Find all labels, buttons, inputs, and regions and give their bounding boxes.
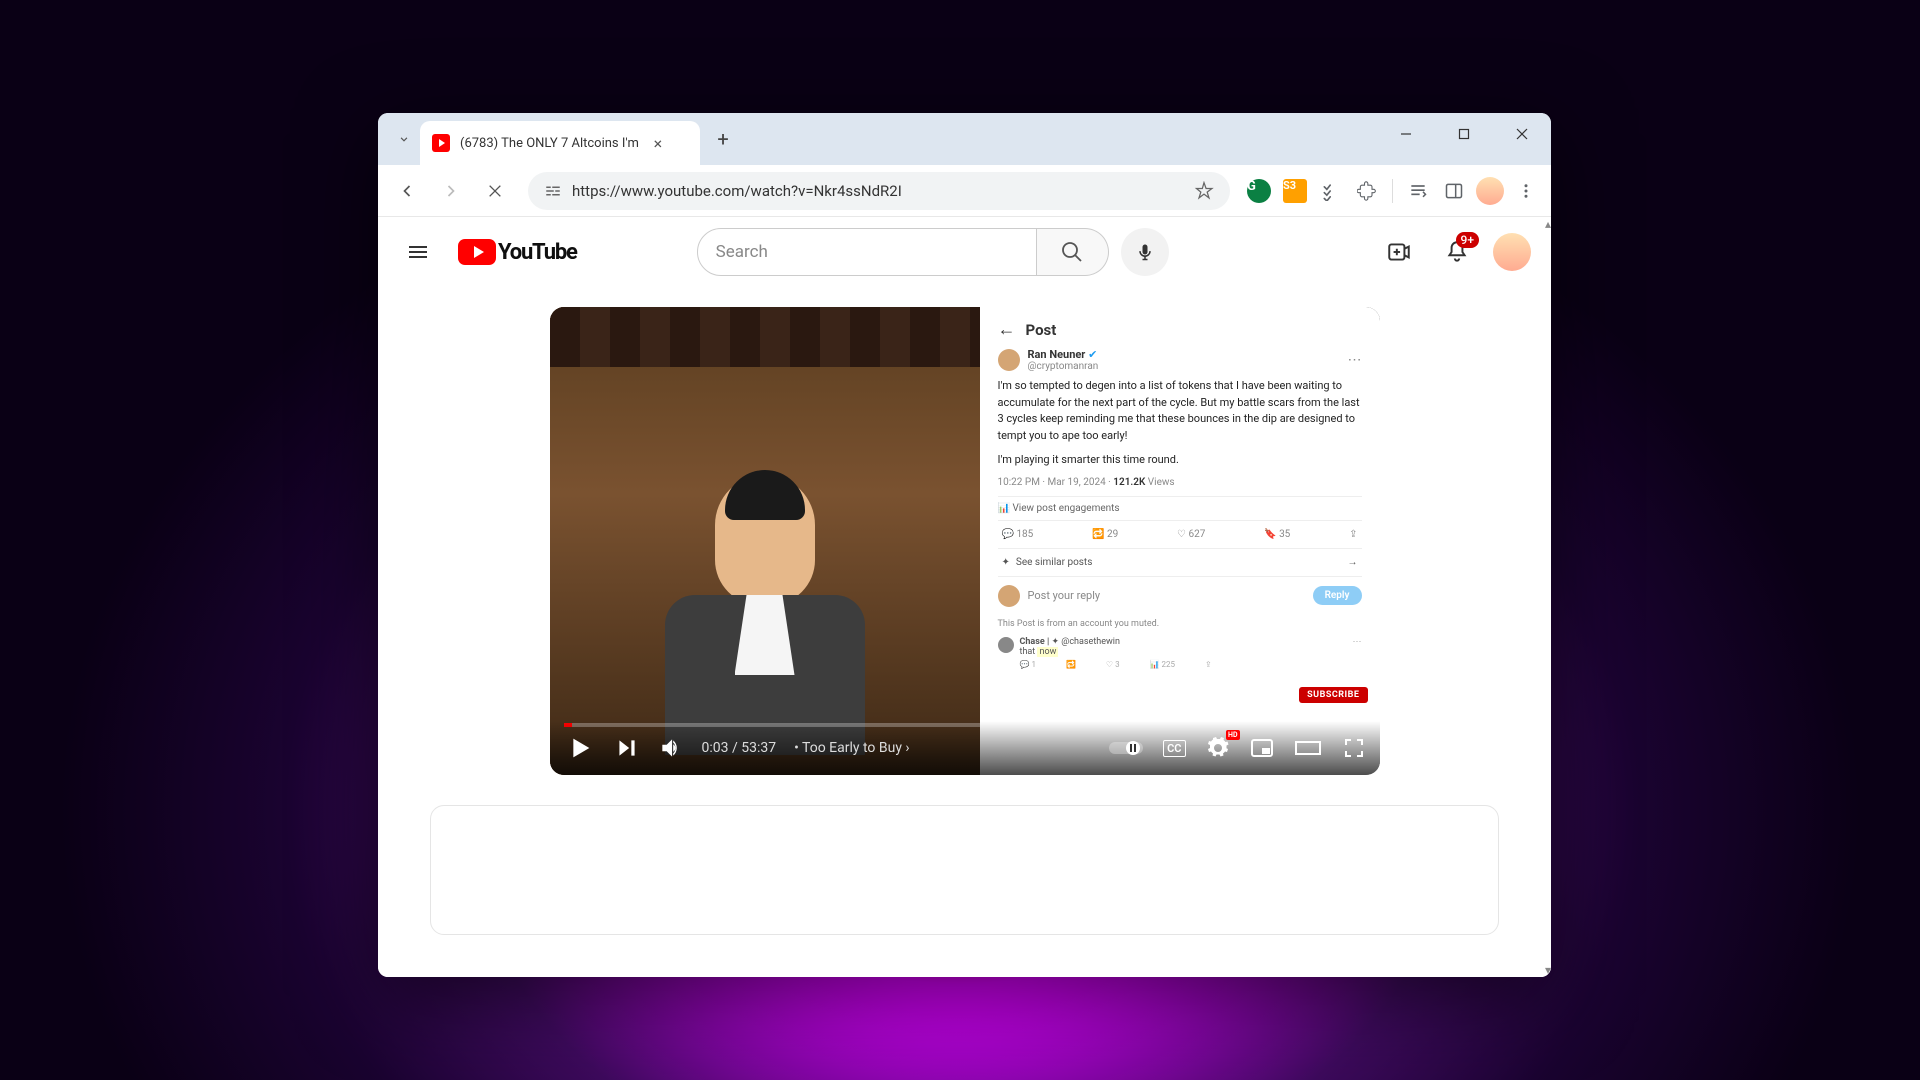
like-count: ♡ 627 xyxy=(1177,529,1205,540)
notifications-button[interactable]: 9+ xyxy=(1435,230,1479,274)
next-button[interactable] xyxy=(614,735,640,761)
extension-grammarly[interactable]: G xyxy=(1244,176,1274,206)
minimize-button[interactable] xyxy=(1377,113,1435,155)
url-text: https://www.youtube.com/watch?v=Nkr4ssNd… xyxy=(572,182,1184,200)
header-right: 9+ xyxy=(1377,230,1531,274)
search-button[interactable] xyxy=(1037,228,1109,276)
forward-button[interactable] xyxy=(432,172,470,210)
reading-list-icon[interactable] xyxy=(1403,176,1433,206)
play-button[interactable] xyxy=(564,732,596,764)
profile-avatar[interactable] xyxy=(1475,176,1505,206)
reply-thread: Chase | ✦ @chasethewin ⋯ that now 💬 1🔁♡ … xyxy=(998,633,1362,673)
site-settings-icon[interactable] xyxy=(544,182,562,200)
similar-posts: ✦See similar posts→ xyxy=(998,549,1362,577)
stop-reload-button[interactable] xyxy=(476,172,514,210)
youtube-logo-text: YouTube xyxy=(498,240,577,265)
close-window-button[interactable] xyxy=(1493,113,1551,155)
youtube-favicon xyxy=(432,134,450,152)
chapter-title[interactable]: • Too Early to Buy › xyxy=(794,740,910,756)
extensions-menu[interactable] xyxy=(1352,176,1382,206)
scroll-up-arrow[interactable]: ▴ xyxy=(1545,217,1551,231)
view-engagements: 📊 View post engagements xyxy=(998,496,1362,521)
scroll-down-arrow[interactable]: ▾ xyxy=(1545,963,1551,977)
search-input[interactable]: Search xyxy=(697,228,1037,276)
youtube-logo[interactable]: YouTube xyxy=(458,239,577,265)
new-tab-button[interactable]: + xyxy=(708,124,738,154)
side-panel-icon[interactable] xyxy=(1439,176,1469,206)
tweet-more-icon: ⋯ xyxy=(1348,352,1362,368)
extension-s3[interactable]: S3 xyxy=(1280,176,1310,206)
url-field[interactable]: https://www.youtube.com/watch?v=Nkr4ssNd… xyxy=(528,172,1230,210)
reply-row: Post your reply Reply xyxy=(998,577,1362,615)
video-player[interactable]: ← Post Ran Neuner ✔ @cryptomanran ⋯ I'm … xyxy=(550,307,1380,775)
tab-title: (6783) The ONLY 7 Altcoins I'm xyxy=(460,136,639,151)
tweet-stats: 💬 185 🔁 29 ♡ 627 🔖 35 ⇪ xyxy=(998,521,1362,549)
tweet-handle: @cryptomanran xyxy=(1028,361,1099,372)
video-frame: ← Post Ran Neuner ✔ @cryptomanran ⋯ I'm … xyxy=(550,307,1380,775)
bookmark-star-icon[interactable] xyxy=(1194,181,1214,201)
youtube-header: YouTube Search 9+ xyxy=(378,217,1551,287)
tweet-post-label: Post xyxy=(1026,321,1057,339)
time-display: 0:03 / 53:37 xyxy=(702,740,777,756)
browser-window: (6783) The ONLY 7 Altcoins I'm × + https… xyxy=(378,113,1551,977)
player-controls: 0:03 / 53:37 • Too Early to Buy › CC HD xyxy=(550,721,1380,775)
divider xyxy=(1392,179,1393,203)
chevron-down-icon xyxy=(397,132,411,146)
address-bar: https://www.youtube.com/watch?v=Nkr4ssNd… xyxy=(378,165,1551,217)
guide-menu-button[interactable] xyxy=(398,232,438,272)
tweet-avatar xyxy=(998,349,1020,371)
browser-tab[interactable]: (6783) The ONLY 7 Altcoins I'm × xyxy=(420,121,700,165)
share-icon: ⇪ xyxy=(1349,529,1357,540)
page-content: ▴ YouTube Search 9+ xyxy=(378,217,1551,977)
create-button[interactable] xyxy=(1377,230,1421,274)
reply-avatar xyxy=(998,585,1020,607)
reply-input: Post your reply xyxy=(1028,589,1305,602)
volume-button[interactable] xyxy=(658,735,684,761)
reply-count: 💬 185 xyxy=(1002,529,1034,540)
account-avatar[interactable] xyxy=(1493,233,1531,271)
microphone-icon xyxy=(1135,242,1155,262)
tab-close-button[interactable]: × xyxy=(649,134,667,152)
search-icon xyxy=(1060,240,1084,264)
reply-button: Reply xyxy=(1313,586,1362,605)
voice-search-button[interactable] xyxy=(1121,228,1169,276)
settings-button[interactable]: HD xyxy=(1206,736,1230,760)
youtube-logo-icon xyxy=(458,239,496,265)
retweet-count: 🔁 29 xyxy=(1092,529,1118,540)
chrome-menu[interactable] xyxy=(1511,176,1541,206)
tweet-meta: 10:22 PM · Mar 19, 2024 · 121.2K Views xyxy=(998,477,1362,488)
miniplayer-button[interactable] xyxy=(1250,736,1274,760)
below-video-panel xyxy=(430,805,1499,935)
verified-icon: ✔ xyxy=(1088,348,1097,361)
window-controls xyxy=(1377,113,1551,155)
tweet-author-name: Ran Neuner xyxy=(1028,348,1086,361)
maximize-button[interactable] xyxy=(1435,113,1493,155)
autoplay-toggle[interactable] xyxy=(1109,739,1143,757)
browser-titlebar: (6783) The ONLY 7 Altcoins I'm × + xyxy=(378,113,1551,165)
theater-button[interactable] xyxy=(1294,736,1322,760)
video-tweet-panel: ← Post Ran Neuner ✔ @cryptomanran ⋯ I'm … xyxy=(980,307,1380,775)
tweet-body-1: I'm so tempted to degen into a list of t… xyxy=(998,378,1362,444)
video-area: ← Post Ran Neuner ✔ @cryptomanran ⋯ I'm … xyxy=(378,287,1551,977)
video-presenter-region xyxy=(550,307,980,775)
back-button[interactable] xyxy=(388,172,426,210)
extension-todoist[interactable] xyxy=(1316,176,1346,206)
notification-badge: 9+ xyxy=(1456,232,1479,248)
tweet-back-icon: ← xyxy=(998,319,1016,340)
search-container: Search xyxy=(697,228,1169,276)
tweet-body-2: I'm playing it smarter this time round. xyxy=(998,452,1362,469)
subscribe-badge: SUBSCRIBE xyxy=(1299,687,1367,703)
captions-button[interactable]: CC xyxy=(1163,740,1185,757)
bookmark-count: 🔖 35 xyxy=(1264,529,1290,540)
create-icon xyxy=(1386,239,1412,265)
muted-notice: This Post is from an account you muted. xyxy=(998,615,1362,633)
tabs-dropdown[interactable] xyxy=(388,123,420,155)
fullscreen-button[interactable] xyxy=(1342,736,1366,760)
